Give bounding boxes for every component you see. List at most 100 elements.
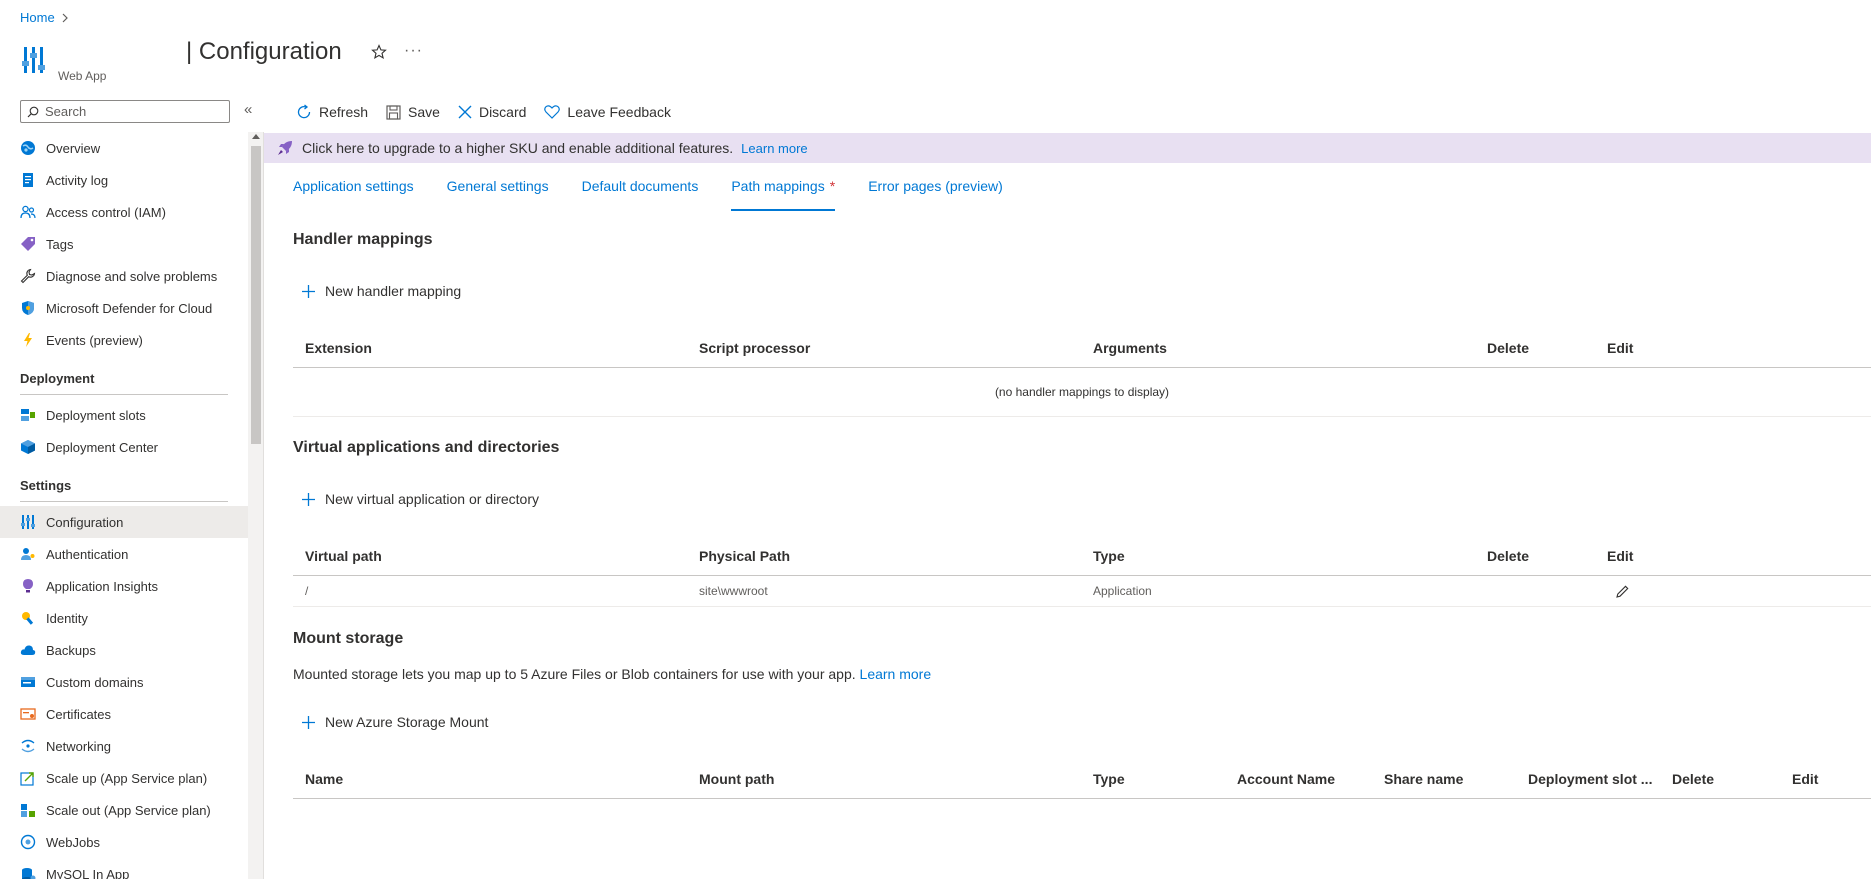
upgrade-banner[interactable]: Click here to upgrade to a higher SKU an… [264, 133, 1871, 163]
grid-header: Virtual path Physical Path Type Delete E… [293, 536, 1871, 576]
sidebar-item-networking[interactable]: Networking [0, 730, 248, 762]
webjobs-icon [20, 834, 36, 850]
unsaved-marker: * [829, 178, 836, 194]
refresh-label: Refresh [319, 104, 369, 120]
column-header: Delete [1487, 548, 1530, 564]
sidebar-item-configuration[interactable]: Configuration [0, 506, 248, 538]
tab-error-pages[interactable]: Error pages (preview) [868, 178, 1003, 211]
sidebar-item-mysql-in-app[interactable]: MySQL In App [0, 858, 248, 879]
breadcrumb-home-link[interactable]: Home [20, 10, 55, 25]
sidebar-item-backups[interactable]: Backups [0, 634, 248, 666]
tab-general-settings[interactable]: General settings [447, 178, 549, 211]
new-handler-mapping-button[interactable]: New handler mapping [301, 283, 461, 299]
mount-learn-more-link[interactable]: Learn more [860, 666, 932, 682]
save-icon [386, 104, 401, 120]
sidebar-item-overview[interactable]: Overview [0, 132, 248, 164]
sidebar-item-label: Networking [46, 738, 112, 754]
sidebar-item-application-insights[interactable]: Application Insights [0, 570, 248, 602]
column-header: Delete [1487, 340, 1530, 356]
refresh-button[interactable]: Refresh [296, 100, 368, 124]
sidebar-item-label: Deployment Center [46, 439, 158, 455]
column-header[interactable]: Physical Path [699, 536, 790, 576]
sidebar-item-label: MySQL In App [46, 866, 130, 879]
globe-icon [20, 140, 36, 156]
sidebar-item-scale-out[interactable]: Scale out (App Service plan) [0, 794, 248, 826]
cloud-icon [20, 642, 36, 658]
sidebar-item-deployment-center[interactable]: Deployment Center [0, 431, 248, 463]
mount-storage-description: Mounted storage lets you map up to 5 Azu… [293, 666, 931, 682]
sidebar-group-deployment: Deployment [20, 371, 95, 386]
save-label: Save [408, 104, 440, 120]
column-header[interactable]: Share name [1384, 759, 1463, 799]
column-header[interactable]: Arguments [1093, 328, 1167, 368]
sidebar-item-authentication[interactable]: Authentication [0, 538, 248, 570]
collapse-sidebar-icon[interactable]: « [244, 101, 252, 118]
sidebar-item-label: Tags [46, 236, 74, 252]
wrench-icon [20, 268, 36, 284]
refresh-icon [296, 104, 312, 120]
sidebar-search[interactable] [20, 100, 230, 123]
edit-pencil-icon[interactable] [1615, 584, 1630, 599]
empty-grid-message: (no handler mappings to display) [293, 368, 1871, 417]
certificate-icon [20, 706, 36, 722]
column-header[interactable]: Type [1093, 536, 1125, 576]
sidebar-item-deployment-slots[interactable]: Deployment slots [0, 399, 248, 431]
column-header: Delete [1672, 771, 1715, 787]
sidebar-item-identity[interactable]: Identity [0, 602, 248, 634]
column-header[interactable]: Extension [305, 328, 372, 368]
page-title: | Configuration [186, 38, 342, 65]
network-icon [20, 738, 36, 754]
config-icon [20, 514, 36, 530]
sidebar-item-events[interactable]: Events (preview) [0, 324, 248, 356]
bulb-icon [20, 578, 36, 594]
banner-learn-more-link[interactable]: Learn more [741, 141, 807, 156]
column-header[interactable]: Mount path [699, 759, 774, 799]
discard-button[interactable]: Discard [458, 100, 526, 124]
column-header[interactable]: Deployment slot ... [1528, 759, 1652, 799]
sidebar-item-label: Authentication [46, 546, 129, 562]
new-azure-storage-mount-button[interactable]: New Azure Storage Mount [301, 714, 488, 730]
sidebar-item-activity-log[interactable]: Activity log [0, 164, 248, 196]
sidebar-item-defender[interactable]: Microsoft Defender for Cloud [0, 292, 248, 324]
favorite-star-icon[interactable] [371, 44, 387, 60]
save-button[interactable]: Save [386, 100, 440, 124]
tab-default-documents[interactable]: Default documents [582, 178, 699, 211]
new-virtual-application-button[interactable]: New virtual application or directory [301, 491, 539, 507]
sidebar-item-access-control[interactable]: Access control (IAM) [0, 196, 248, 228]
scroll-up-icon[interactable] [252, 134, 260, 139]
divider [20, 394, 228, 395]
scrollbar-thumb[interactable] [251, 146, 261, 444]
identity-icon [20, 610, 36, 626]
tab-bar: Application settings General settings De… [293, 178, 1003, 211]
column-header[interactable]: Account Name [1237, 759, 1335, 799]
more-options-icon[interactable]: ··· [404, 42, 423, 60]
sidebar-item-diagnose[interactable]: Diagnose and solve problems [0, 260, 248, 292]
chevron-right-icon [61, 13, 69, 23]
rocket-icon [276, 139, 294, 157]
column-header[interactable]: Script processor [699, 328, 810, 368]
sidebar-item-scale-up[interactable]: Scale up (App Service plan) [0, 762, 248, 794]
search-input[interactable] [45, 104, 215, 119]
tab-label: Path mappings [731, 178, 825, 194]
sidebar-item-label: Backups [46, 642, 96, 658]
sidebar-item-certificates[interactable]: Certificates [0, 698, 248, 730]
discard-label: Discard [478, 104, 527, 120]
web-app-logo-icon [22, 45, 46, 75]
handler-mappings-grid: Extension Script processor Arguments Del… [293, 328, 1871, 417]
column-header[interactable]: Virtual path [305, 536, 382, 576]
sidebar-item-label: Activity log [46, 172, 109, 188]
column-header: Edit [1607, 548, 1634, 564]
handler-mappings-title: Handler mappings [293, 231, 433, 248]
sidebar-item-tags[interactable]: Tags [0, 228, 248, 260]
sidebar-item-custom-domains[interactable]: Custom domains [0, 666, 248, 698]
tab-application-settings[interactable]: Application settings [293, 178, 414, 211]
column-header[interactable]: Type [1093, 759, 1125, 799]
slots-icon [20, 407, 36, 423]
grid-header: Extension Script processor Arguments Del… [293, 328, 1871, 368]
sidebar-item-webjobs[interactable]: WebJobs [0, 826, 248, 858]
sidebar-scrollbar[interactable] [248, 132, 264, 879]
column-header[interactable]: Name [305, 759, 343, 799]
grid-header: Name Mount path Type Account Name Share … [293, 759, 1871, 799]
leave-feedback-button[interactable]: Leave Feedback [544, 100, 671, 124]
tab-path-mappings[interactable]: Path mappings * [731, 178, 835, 211]
